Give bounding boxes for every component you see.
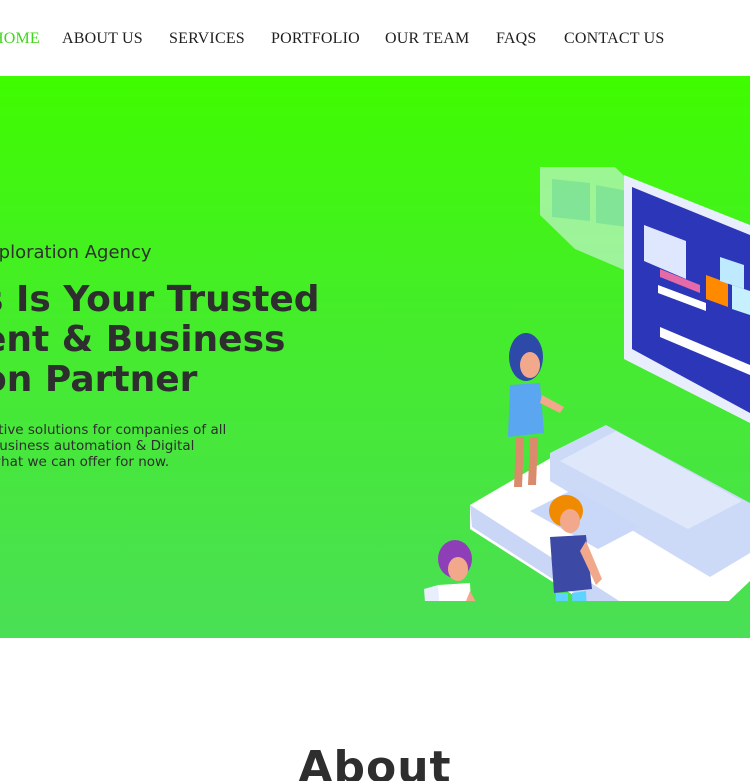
hero-description-line-3: what we can offer for now. (0, 454, 170, 470)
hero-kicker: xploration Agency (0, 242, 152, 263)
hero-headline-line-1: s Is Your Trusted (0, 279, 320, 320)
laptop-base-graphic (470, 425, 750, 601)
hero-description-line-1: ative solutions for companies of all (0, 422, 227, 438)
laptop-screen-graphic (624, 175, 750, 423)
nav-home-link[interactable]: HOME (0, 30, 40, 48)
nav-about-us-link[interactable]: ABOUT US (62, 30, 143, 48)
person-purple-hair-graphic (424, 540, 476, 601)
about-section-title: About (298, 742, 452, 781)
hero-section: xploration Agency s Is Your Trusted ent … (0, 76, 750, 638)
hero-headline-line-3: on Partner (0, 359, 198, 400)
nav-services-link[interactable]: SERVICES (169, 30, 245, 48)
hero-description: ative solutions for companies of all Bus… (0, 422, 260, 470)
hero-headline-line-2: ent & Business (0, 319, 286, 360)
nav-portfolio-link[interactable]: PORTFOLIO (271, 30, 360, 48)
nav-contact-us-link[interactable]: CONTACT US (564, 30, 664, 48)
top-navigation: HOME ABOUT US SERVICES PORTFOLIO OUR TEA… (0, 0, 750, 76)
hero-description-line-2: Business automation & Digital (0, 438, 195, 454)
nav-faqs-link[interactable]: FAQS (496, 30, 537, 48)
isometric-laptop-team-illustration (424, 167, 750, 601)
nav-our-team-link[interactable]: OUR TEAM (385, 30, 469, 48)
